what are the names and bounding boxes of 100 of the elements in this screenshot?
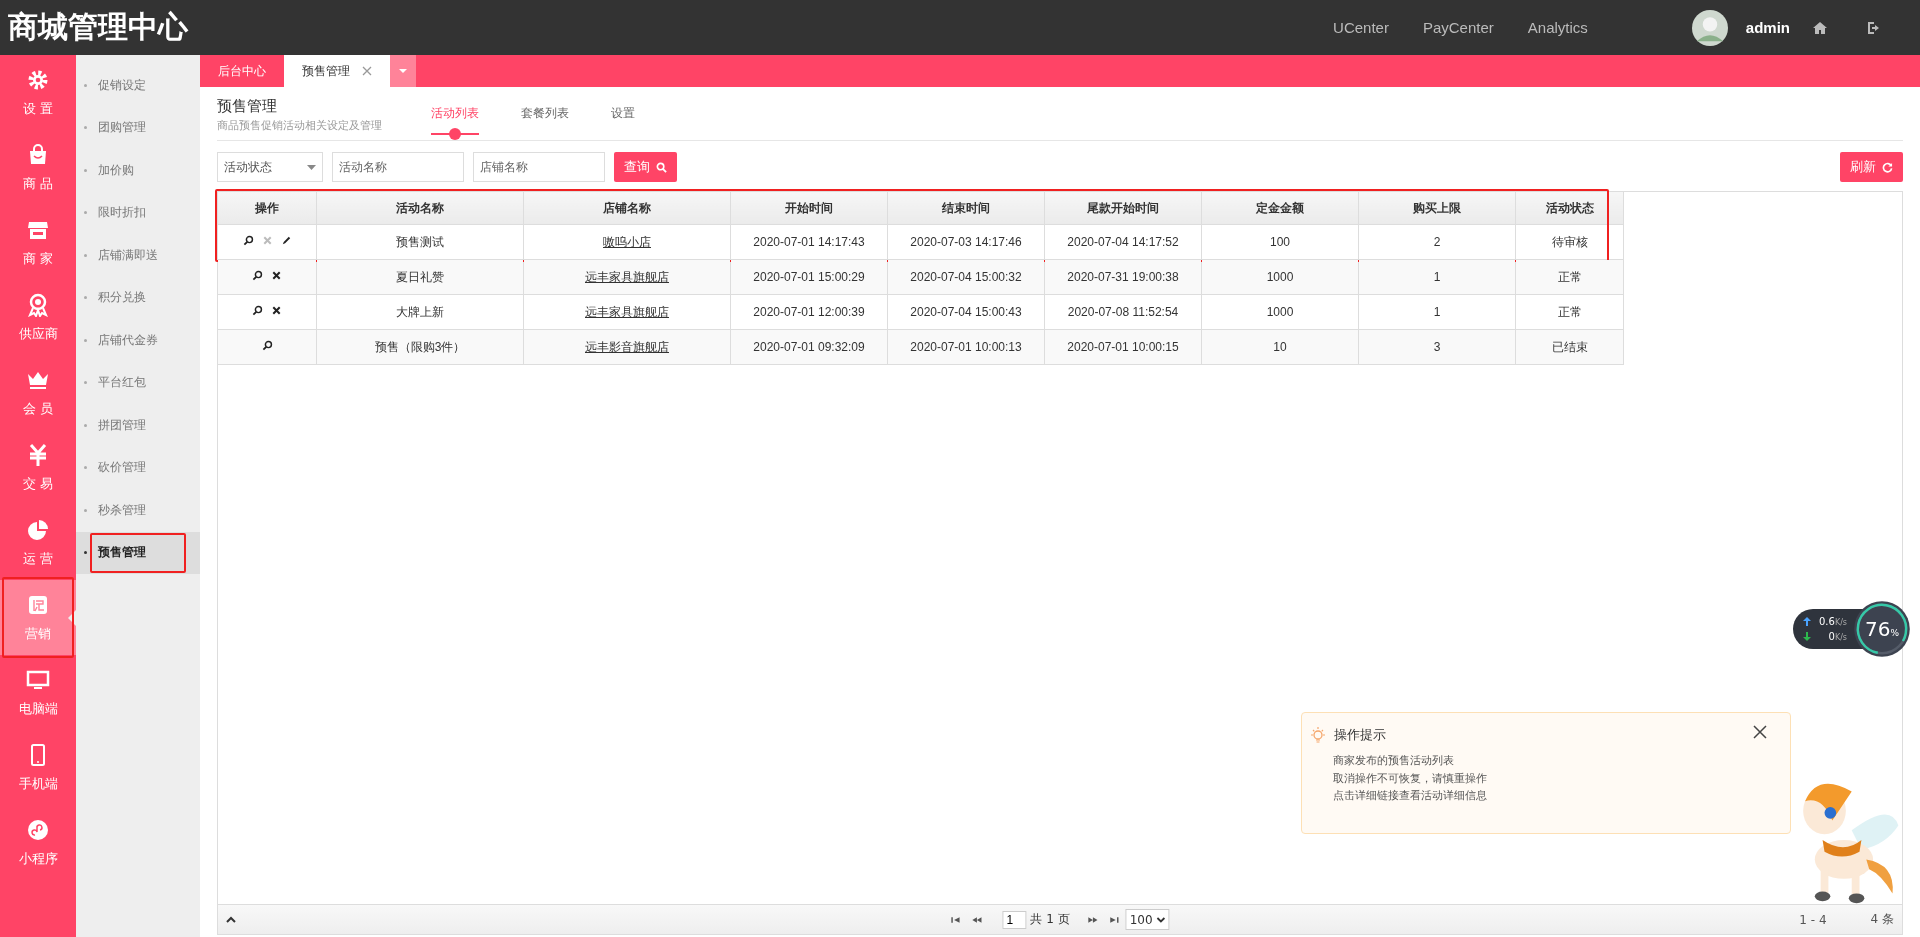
nav-link[interactable]: UCenter: [1333, 19, 1389, 36]
table-cell: 2020-07-04 14:17:52: [1067, 235, 1179, 249]
table-cell: 预售（限购3件）: [374, 339, 466, 354]
page-tab[interactable]: 后台中心: [200, 55, 284, 87]
previous-page-icon[interactable]: [971, 915, 983, 924]
table-cell: 待审核: [1551, 234, 1588, 249]
table-cell: 大牌上新: [396, 304, 444, 319]
submenu-item[interactable]: 团购管理: [76, 106, 200, 149]
shop-link[interactable]: 远丰家具旗舰店: [585, 269, 669, 284]
status-select[interactable]: 活动状态: [217, 152, 323, 182]
tab[interactable]: 设置: [611, 87, 635, 140]
table-cell: 2020-07-04 15:00:32: [910, 270, 1022, 284]
arrow-up-icon: [1803, 617, 1811, 626]
refresh-button[interactable]: 刷新: [1840, 152, 1903, 182]
page-title: 预售管理: [217, 97, 278, 116]
column-header: 活动状态: [1515, 192, 1624, 225]
avatar-icon[interactable]: [1691, 9, 1728, 46]
last-page-icon[interactable]: [1108, 915, 1120, 924]
menu-icon: [26, 817, 50, 842]
close-icon[interactable]: [1753, 725, 1767, 739]
close-icon[interactable]: [271, 305, 282, 316]
table-cell: 2020-07-01 10:00:15: [1067, 340, 1179, 354]
search-icon[interactable]: [261, 340, 273, 351]
submenu-item[interactable]: 预售管理: [76, 531, 200, 574]
sidebar-item[interactable]: 商 品: [0, 130, 76, 205]
caret-icon: [307, 164, 316, 170]
search-icon[interactable]: [252, 305, 263, 316]
sidebar-item[interactable]: 营销: [0, 580, 76, 655]
sidebar-item[interactable]: 供应商: [0, 280, 76, 355]
column-header: 购买上限: [1358, 192, 1516, 225]
usage-gauge: [1853, 600, 1911, 658]
shop-link[interactable]: 嗷呜小店: [603, 234, 651, 249]
tip-text: 商家发布的预售活动列表: [1332, 753, 1455, 769]
table-cell: 1000: [1266, 305, 1294, 319]
submenu-item[interactable]: 积分兑换: [76, 276, 200, 319]
table-cell: 正常: [1557, 304, 1582, 319]
record-range: 1 - 4: [1799, 912, 1827, 927]
table-cell: 2020-07-03 14:17:46: [910, 235, 1022, 249]
home-icon[interactable]: [1812, 19, 1828, 36]
submenu-item[interactable]: 促销设定: [76, 64, 200, 107]
tip-text: 点击详细链接查看活动详细信息: [1332, 788, 1488, 804]
table-cell: 2020-07-01 10:00:13: [910, 340, 1022, 354]
table-cell: 2020-07-08 11:52:54: [1067, 305, 1179, 319]
tab[interactable]: 活动列表: [431, 87, 479, 140]
refresh-icon: [1882, 161, 1893, 173]
sidebar-item[interactable]: 运 营: [0, 505, 76, 580]
table-cell: 2020-07-04 15:00:43: [910, 305, 1022, 319]
lightbulb-icon: [1310, 726, 1326, 744]
tab[interactable]: 套餐列表: [521, 87, 569, 140]
search-icon[interactable]: [252, 270, 263, 281]
table-cell: 2020-07-01 09:32:09: [753, 340, 865, 354]
table-cell: 2020-07-01 15:00:29: [753, 270, 865, 284]
first-page-icon[interactable]: [950, 915, 962, 924]
user-name[interactable]: admin: [1745, 19, 1790, 36]
shop-name-field[interactable]: 店铺名称: [473, 152, 605, 182]
arrow-down-icon: [1803, 632, 1811, 641]
search-button[interactable]: 查询: [614, 152, 677, 182]
column-header: 尾款开始时间: [1044, 192, 1202, 225]
activity-name-field[interactable]: 活动名称: [332, 152, 464, 182]
sidebar-item[interactable]: 交 易: [0, 430, 76, 505]
table-cell: 正常: [1557, 269, 1582, 284]
table-cell: 夏日礼赞: [396, 269, 444, 284]
record-count: 4 条: [1870, 911, 1894, 928]
table-cell: 预售测试: [396, 234, 444, 249]
submenu-item[interactable]: 店铺代金券: [76, 319, 200, 362]
caret-icon: [398, 68, 408, 74]
sidebar-item[interactable]: 手机端: [0, 730, 76, 805]
pencil-icon[interactable]: [280, 235, 292, 246]
submenu-item[interactable]: 平台红包: [76, 361, 200, 404]
tip-text: 取消操作不可恢复，请慎重操作: [1332, 770, 1488, 787]
sidebar-item[interactable]: 电脑端: [0, 655, 76, 730]
table-cell: 已结束: [1551, 339, 1588, 354]
table-cell: 100: [1270, 235, 1290, 249]
sidebar-item[interactable]: 会 员: [0, 355, 76, 430]
page-tab[interactable]: 预售管理: [284, 55, 390, 87]
page-number-field[interactable]: 1: [1002, 910, 1027, 929]
shop-link[interactable]: 远丰影音旗舰店: [585, 339, 669, 354]
nav-link[interactable]: Analytics: [1527, 19, 1588, 36]
menu-icon: [26, 517, 50, 542]
submenu-item[interactable]: 加价购: [76, 149, 200, 192]
chevron-up-icon[interactable]: [226, 915, 236, 924]
page-size-select[interactable]: 100: [1125, 909, 1170, 930]
search-icon[interactable]: [242, 235, 254, 246]
site-title: 商城管理中心: [7, 8, 188, 46]
submenu-item[interactable]: 秒杀管理: [76, 489, 200, 532]
table-cell: 2020-07-31 19:00:38: [1067, 270, 1179, 284]
nav-link[interactable]: PayCenter: [1422, 19, 1494, 36]
sidebar-item[interactable]: 商 家: [0, 205, 76, 280]
table-cell: 2020-07-01 14:17:43: [753, 235, 865, 249]
submenu-item[interactable]: 店铺满即送: [76, 234, 200, 277]
submenu-item[interactable]: 拼团管理: [76, 404, 200, 447]
sidebar-item[interactable]: 设 置: [0, 55, 76, 130]
close-icon[interactable]: [271, 270, 282, 281]
sidebar-item[interactable]: 小程序: [0, 805, 76, 880]
next-page-icon[interactable]: [1087, 915, 1099, 924]
page-subtitle: 商品预售促销活动相关设定及管理: [217, 118, 383, 133]
submenu-item[interactable]: 限时折扣: [76, 191, 200, 234]
shop-link[interactable]: 远丰家具旗舰店: [585, 304, 669, 319]
usage-percent: 76%: [1865, 617, 1899, 641]
submenu-item[interactable]: 砍价管理: [76, 446, 200, 489]
